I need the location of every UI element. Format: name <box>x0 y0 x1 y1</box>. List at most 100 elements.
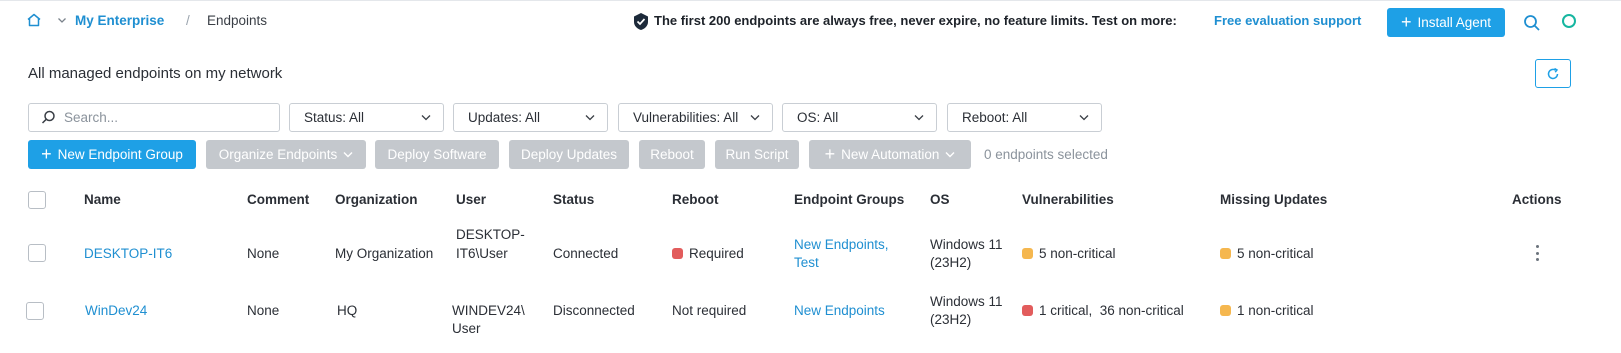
breadcrumb-separator: / <box>186 13 190 28</box>
vulnerabilities-label: 1 critical, 36 non-critical <box>1039 303 1184 318</box>
missing-updates-label: 1 non-critical <box>1237 303 1314 318</box>
endpoint-name-link[interactable]: WinDev24 <box>85 302 147 320</box>
comment-cell: None <box>247 303 280 318</box>
search-input[interactable] <box>64 110 264 125</box>
reboot-required-indicator <box>672 248 683 259</box>
comment-cell: None <box>247 246 280 261</box>
column-header-organization[interactable]: Organization <box>335 192 418 207</box>
missing-updates-cell: 5 non-critical <box>1220 245 1314 263</box>
deploy-updates-label: Deploy Updates <box>520 147 618 162</box>
os-cell-line2: (23H2) <box>930 255 972 270</box>
deploy-updates-button[interactable]: Deploy Updates <box>509 140 629 169</box>
reboot-filter[interactable]: Reboot: All <box>947 103 1102 132</box>
status-cell: Connected <box>553 246 619 261</box>
endpoint-name-link[interactable]: DESKTOP-IT6 <box>84 245 172 263</box>
chevron-down-icon <box>585 115 595 121</box>
refresh-icon <box>1547 67 1559 79</box>
page-title: All managed endpoints on my network <box>28 65 283 82</box>
search-icon[interactable] <box>1523 14 1541 32</box>
endpoint-group-link[interactable]: Test <box>794 254 819 272</box>
user-cell-line1: DESKTOP- <box>456 227 525 242</box>
endpoint-group-link[interactable]: New Endpoints <box>794 302 885 320</box>
row-checkbox[interactable] <box>28 244 46 262</box>
critical-indicator <box>1022 305 1033 316</box>
vulnerabilities-cell: 5 non-critical <box>1022 245 1116 263</box>
column-header-name[interactable]: Name <box>84 192 121 207</box>
run-script-label: Run Script <box>725 147 789 162</box>
os-cell-line1: Windows 11 <box>930 294 1003 309</box>
breadcrumb-enterprise[interactable]: My Enterprise <box>75 13 164 28</box>
user-cell-line1: WINDEV24\ <box>452 303 525 318</box>
vulnerabilities-cell: 1 critical, 36 non-critical <box>1022 302 1184 320</box>
organization-cell: HQ <box>337 303 358 318</box>
os-cell-line1: Windows 11 <box>930 237 1003 252</box>
chevron-down-icon[interactable] <box>57 15 67 25</box>
plus-icon: + <box>41 143 52 164</box>
noncritical-indicator <box>1220 305 1231 316</box>
new-automation-label: New Automation <box>841 147 940 162</box>
search-field[interactable] <box>28 103 280 132</box>
new-endpoint-group-button[interactable]: + New Endpoint Group <box>28 140 196 169</box>
vulnerabilities-filter-label: Vulnerabilities: All <box>633 110 739 125</box>
selected-count: 0 endpoints selected <box>984 147 1108 162</box>
column-header-user[interactable]: User <box>456 192 486 207</box>
missing-updates-cell: 1 non-critical <box>1220 302 1314 320</box>
organize-endpoints-button[interactable]: Organize Endpoints <box>206 140 366 169</box>
install-agent-button[interactable]: + Install Agent <box>1387 8 1505 37</box>
shield-check-icon <box>634 13 648 30</box>
plus-icon: + <box>824 143 836 164</box>
column-header-reboot[interactable]: Reboot <box>672 192 719 207</box>
updates-filter-label: Updates: All <box>468 110 541 125</box>
promo-text: The first 200 endpoints are always free,… <box>654 13 1177 28</box>
status-filter-label: Status: All <box>304 110 365 125</box>
deploy-software-button[interactable]: Deploy Software <box>375 140 499 169</box>
noncritical-indicator <box>1022 248 1033 259</box>
missing-updates-label: 5 non-critical <box>1237 246 1314 261</box>
reboot-button[interactable]: Reboot <box>639 140 705 169</box>
column-header-endpoint-groups[interactable]: Endpoint Groups <box>794 192 904 207</box>
noncritical-indicator <box>1220 248 1231 259</box>
column-header-comment[interactable]: Comment <box>247 192 309 207</box>
os-filter[interactable]: OS: All <box>782 103 937 132</box>
home-icon[interactable] <box>26 12 42 28</box>
user-avatar-icon[interactable] <box>1562 14 1576 28</box>
reboot-status-label: Required <box>689 246 744 261</box>
chevron-down-icon <box>343 152 353 158</box>
top-bar: My Enterprise / Endpoints The first 200 … <box>0 0 1621 42</box>
os-cell-line2: (23H2) <box>930 312 972 327</box>
select-all-checkbox[interactable] <box>28 191 46 209</box>
status-cell: Disconnected <box>553 303 635 318</box>
row-checkbox[interactable] <box>26 302 44 320</box>
deploy-software-label: Deploy Software <box>387 147 487 162</box>
free-evaluation-support-link[interactable]: Free evaluation support <box>1214 13 1361 28</box>
column-header-vulnerabilities[interactable]: Vulnerabilities <box>1022 192 1114 207</box>
new-automation-button[interactable]: + New Automation <box>809 140 971 169</box>
install-agent-label: Install Agent <box>1417 15 1492 30</box>
run-script-button[interactable]: Run Script <box>715 140 799 169</box>
chevron-down-icon <box>1079 115 1089 121</box>
reboot-cell: Not required <box>672 303 747 318</box>
chevron-down-icon <box>750 115 760 121</box>
reboot-cell: Required <box>672 245 744 263</box>
status-filter[interactable]: Status: All <box>289 103 444 132</box>
user-cell-line2: IT6\User <box>456 246 508 261</box>
search-icon <box>41 110 55 124</box>
updates-filter[interactable]: Updates: All <box>453 103 608 132</box>
new-endpoint-group-label: New Endpoint Group <box>57 147 183 162</box>
organization-cell: My Organization <box>335 246 434 261</box>
reboot-label: Reboot <box>650 147 694 162</box>
row-actions-menu-icon[interactable] <box>1532 245 1542 261</box>
column-header-status[interactable]: Status <box>553 192 594 207</box>
chevron-down-icon <box>421 115 431 121</box>
reboot-filter-label: Reboot: All <box>962 110 1028 125</box>
plus-icon: + <box>1400 11 1412 32</box>
column-header-actions: Actions <box>1512 192 1562 207</box>
vulnerabilities-filter[interactable]: Vulnerabilities: All <box>618 103 773 132</box>
user-cell-line2: User <box>452 321 481 336</box>
os-filter-label: OS: All <box>797 110 839 125</box>
organize-endpoints-label: Organize Endpoints <box>218 147 338 162</box>
column-header-missing-updates[interactable]: Missing Updates <box>1220 192 1327 207</box>
column-header-os[interactable]: OS <box>930 192 950 207</box>
refresh-button[interactable] <box>1535 59 1571 88</box>
endpoint-group-link[interactable]: New Endpoints, <box>794 236 889 254</box>
